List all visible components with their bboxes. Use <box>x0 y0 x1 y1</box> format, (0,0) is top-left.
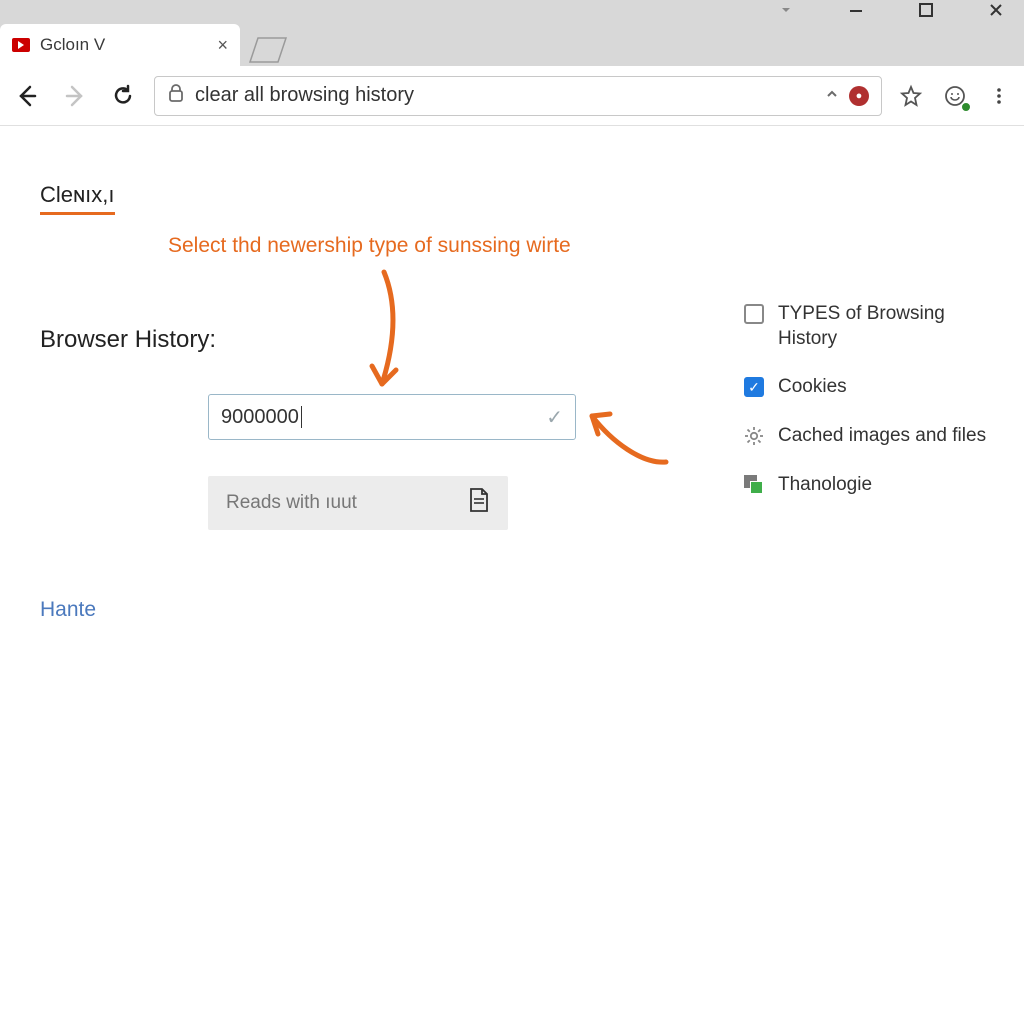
maximize-button[interactable] <box>906 0 946 20</box>
document-icon <box>468 487 490 519</box>
page-heading: Cleɴıx,ı <box>40 182 115 215</box>
option-cookies[interactable]: ✓ Cookies <box>744 375 988 400</box>
page-content: Cleɴıx,ı Select thd newership type of su… <box>0 126 1024 1024</box>
stack-icon <box>744 475 764 495</box>
youtube-favicon-icon <box>12 38 30 52</box>
reads-label: Reads with ıuut <box>226 492 357 514</box>
option-label: Cookies <box>778 375 847 400</box>
option-label: TYPES of Browsing History <box>778 302 988 351</box>
back-button[interactable] <box>10 79 44 113</box>
checkbox-icon[interactable] <box>744 304 764 324</box>
annotation-arrow-down-icon <box>354 266 414 396</box>
check-icon: ✓ <box>546 405 563 430</box>
history-value-input[interactable]: 9000000 ✓ <box>208 394 576 440</box>
annotation-text: Select thd newership type of sunssing wi… <box>168 234 571 258</box>
window-titlebar <box>0 0 1024 20</box>
browser-tab[interactable]: Gcloın V × <box>0 24 240 66</box>
hante-link[interactable]: Hante <box>40 598 96 622</box>
collapse-icon[interactable] <box>825 84 839 107</box>
input-value: 9000000 <box>221 406 546 429</box>
gear-icon <box>744 426 764 446</box>
menu-button[interactable] <box>984 81 1014 111</box>
close-tab-button[interactable]: × <box>217 35 228 56</box>
options-list: TYPES of Browsing History ✓ Cookies Cach… <box>744 302 988 497</box>
reload-button[interactable] <box>106 79 140 113</box>
checkbox-checked-icon[interactable]: ✓ <box>744 377 764 397</box>
extension-button[interactable] <box>940 81 970 111</box>
option-thanologie[interactable]: Thanologie <box>744 473 988 498</box>
reads-row[interactable]: Reads with ıuut <box>208 476 508 530</box>
new-tab-button[interactable] <box>246 32 286 66</box>
lock-icon <box>167 83 185 109</box>
option-label: Thanologie <box>778 473 872 498</box>
address-text: clear all browsing history <box>195 84 815 107</box>
section-label: Browser History: <box>40 326 216 354</box>
close-window-button[interactable] <box>976 0 1016 20</box>
tab-strip: Gcloın V × <box>0 20 1024 66</box>
option-types[interactable]: TYPES of Browsing History <box>744 302 988 351</box>
tab-title: Gcloın V <box>40 35 105 55</box>
option-label: Cached images and files <box>778 424 986 449</box>
site-badge-icon[interactable]: ● <box>849 86 869 106</box>
forward-button[interactable] <box>58 79 92 113</box>
extension-status-dot-icon <box>961 102 971 112</box>
annotation-arrow-left-icon <box>582 402 672 472</box>
option-cached[interactable]: Cached images and files <box>744 424 988 449</box>
bookmark-button[interactable] <box>896 81 926 111</box>
dropdown-icon[interactable] <box>766 0 806 20</box>
address-bar[interactable]: clear all browsing history ● <box>154 76 882 116</box>
minimize-button[interactable] <box>836 0 876 20</box>
browser-toolbar: clear all browsing history ● <box>0 66 1024 126</box>
